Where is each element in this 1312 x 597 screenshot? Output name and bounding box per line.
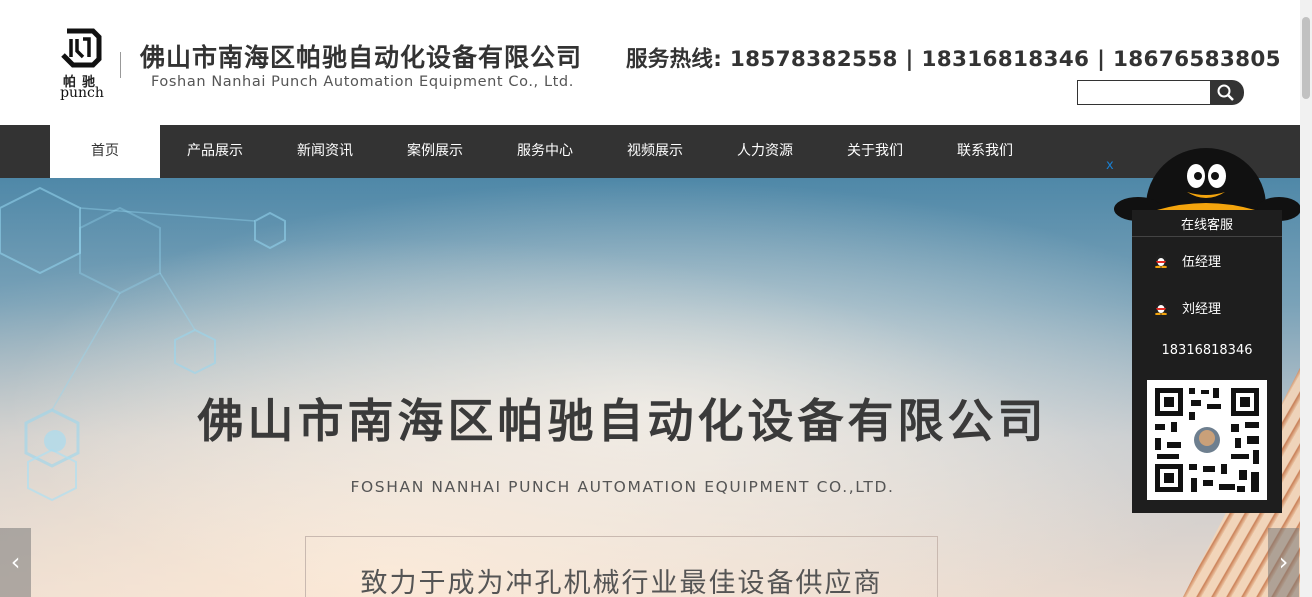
nav-item-service-center[interactable]: 服务中心: [490, 125, 600, 178]
service-contact-label: 刘经理: [1182, 302, 1222, 317]
company-name-cn: 佛山市南海区帕驰自动化设备有限公司: [140, 43, 583, 72]
nav-item-about[interactable]: 关于我们: [820, 125, 930, 178]
page-scrollbar[interactable]: [1300, 0, 1312, 597]
banner-next-button[interactable]: ›: [1268, 528, 1299, 597]
service-phone: 18316818346: [1161, 343, 1253, 358]
logo-divider: [120, 52, 121, 78]
banner-slogan-box: 致力于成为冲孔机械行业最佳设备供应商: [305, 536, 938, 597]
hero-banner: 佛山市南海区帕驰自动化设备有限公司 FOSHAN NANHAI PUNCH AU…: [0, 178, 1300, 597]
qq-penguin-icon: [1155, 254, 1167, 268]
service-hotline: 服务热线: 18578382558 | 18316818346 | 186765…: [626, 47, 1281, 72]
nav-item-videos[interactable]: 视频展示: [600, 125, 710, 178]
nav-item-hr[interactable]: 人力资源: [710, 125, 820, 178]
logo[interactable]: 帕驰 punch: [56, 27, 108, 102]
nav-item-cases[interactable]: 案例展示: [380, 125, 490, 178]
company-name-en: Foshan Nanhai Punch Automation Equipment…: [151, 74, 574, 90]
service-divider: [1132, 236, 1282, 237]
nav-item-news[interactable]: 新闻资讯: [270, 125, 380, 178]
banner-slogan: 致力于成为冲孔机械行业最佳设备供应商: [360, 568, 883, 597]
service-title: 在线客服: [1180, 218, 1233, 233]
service-close-button[interactable]: x: [1106, 158, 1114, 173]
site-header: 帕驰 punch 佛山市南海区帕驰自动化设备有限公司 Foshan Nanhai…: [0, 0, 1300, 125]
search-button[interactable]: [1210, 80, 1244, 105]
qq-penguin-icon: [1155, 301, 1167, 315]
qr-code-icon: [1147, 380, 1267, 500]
main-nav: 首页 产品展示 新闻资讯 案例展示 服务中心 视频展示 人力资源 关于我们 联系…: [0, 125, 1300, 178]
logo-icon: [61, 28, 102, 68]
service-contact-wu[interactable]: 伍经理: [1150, 250, 1270, 270]
online-service-panel: 在线客服 伍经理 刘经理 18316818346: [1132, 210, 1282, 513]
logo-en-text: punch: [60, 85, 104, 101]
banner-subtitle: FOSHAN NANHAI PUNCH AUTOMATION EQUIPMENT…: [350, 478, 895, 496]
chevron-left-icon: ‹: [10, 548, 21, 576]
banner-prev-button[interactable]: ‹: [0, 528, 31, 597]
banner-title: 佛山市南海区帕驰自动化设备有限公司: [197, 394, 1048, 448]
nav-item-contact[interactable]: 联系我们: [930, 125, 1040, 178]
search-icon: [1217, 84, 1234, 101]
scrollbar-thumb[interactable]: [1302, 17, 1310, 99]
search-box: [1077, 80, 1244, 105]
nav-item-products[interactable]: 产品展示: [160, 125, 270, 178]
service-contact-label: 伍经理: [1182, 255, 1222, 270]
chevron-right-icon: ›: [1278, 548, 1289, 576]
nav-item-home[interactable]: 首页: [50, 125, 160, 178]
service-contact-liu[interactable]: 刘经理: [1150, 297, 1270, 317]
search-input[interactable]: [1077, 80, 1211, 105]
